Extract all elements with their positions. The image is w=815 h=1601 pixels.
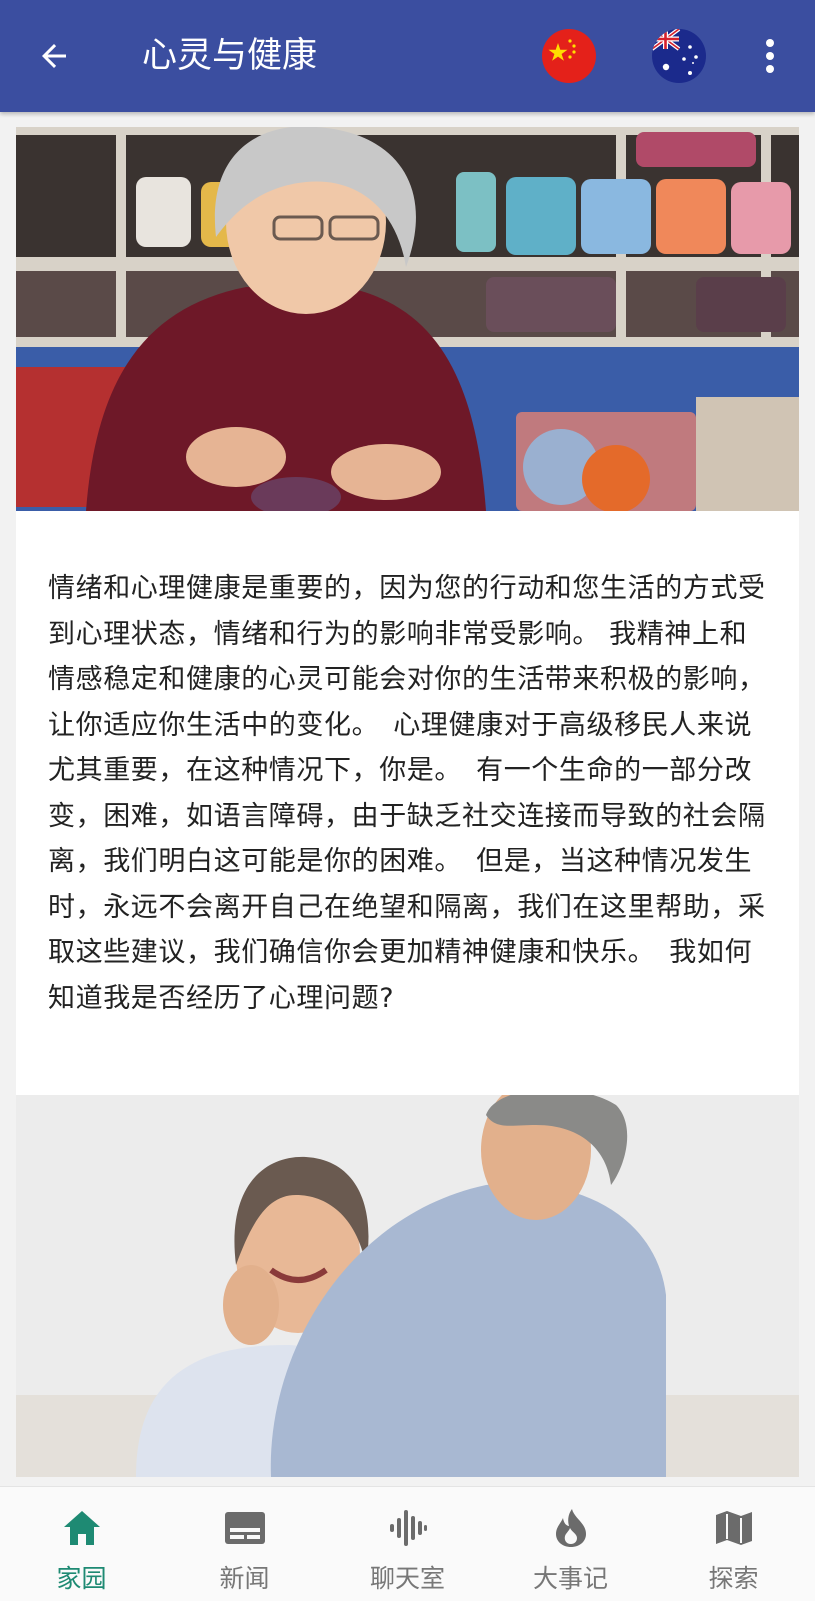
woman-knitting-photo: [16, 127, 799, 511]
overflow-menu-button[interactable]: [752, 34, 788, 78]
nav-explore-label: 探索: [708, 1564, 759, 1593]
elderly-couple-photo: [16, 1095, 799, 1477]
bottom-navigation: 家园 新闻 聊天室 大事记 探索: [0, 1486, 815, 1601]
china-flag-button[interactable]: [542, 29, 596, 83]
nav-home-label: 家园: [56, 1564, 107, 1593]
flame-icon: [555, 1509, 586, 1547]
voice-wave-icon: [389, 1510, 427, 1546]
nav-explore[interactable]: 探索: [652, 1487, 815, 1601]
australia-flag-button[interactable]: [652, 29, 706, 83]
arrow-left-icon: [42, 44, 66, 68]
back-button[interactable]: [30, 32, 78, 80]
nav-news[interactable]: 新闻: [163, 1487, 326, 1601]
content-scroll[interactable]: 情绪和心理健康是重要的，因为您的行动和您生活的方式受到心理状态，情绪和行为的影响…: [16, 127, 799, 1477]
article-text: 情绪和心理健康是重要的，因为您的行动和您生活的方式受到心理状态，情绪和行为的影响…: [48, 573, 766, 1014]
app-bar: 心灵与健康: [0, 0, 815, 112]
nav-events[interactable]: 大事记: [489, 1487, 652, 1601]
nav-chatroom[interactable]: 聊天室: [326, 1487, 489, 1601]
article-card: 情绪和心理健康是重要的，因为您的行动和您生活的方式受到心理状态，情绪和行为的影响…: [16, 511, 799, 1095]
more-vertical-icon: [766, 39, 774, 73]
nav-news-label: 新闻: [219, 1564, 270, 1593]
nav-events-label: 大事记: [532, 1564, 608, 1593]
china-flag-icon: [542, 29, 596, 83]
home-icon: [63, 1511, 100, 1545]
nav-chatroom-label: 聊天室: [369, 1564, 445, 1593]
nav-home[interactable]: 家园: [0, 1487, 163, 1601]
news-icon: [224, 1512, 265, 1544]
map-icon: [715, 1511, 752, 1545]
australia-flag-icon: [652, 29, 706, 83]
page-title: 心灵与健康: [142, 36, 318, 76]
